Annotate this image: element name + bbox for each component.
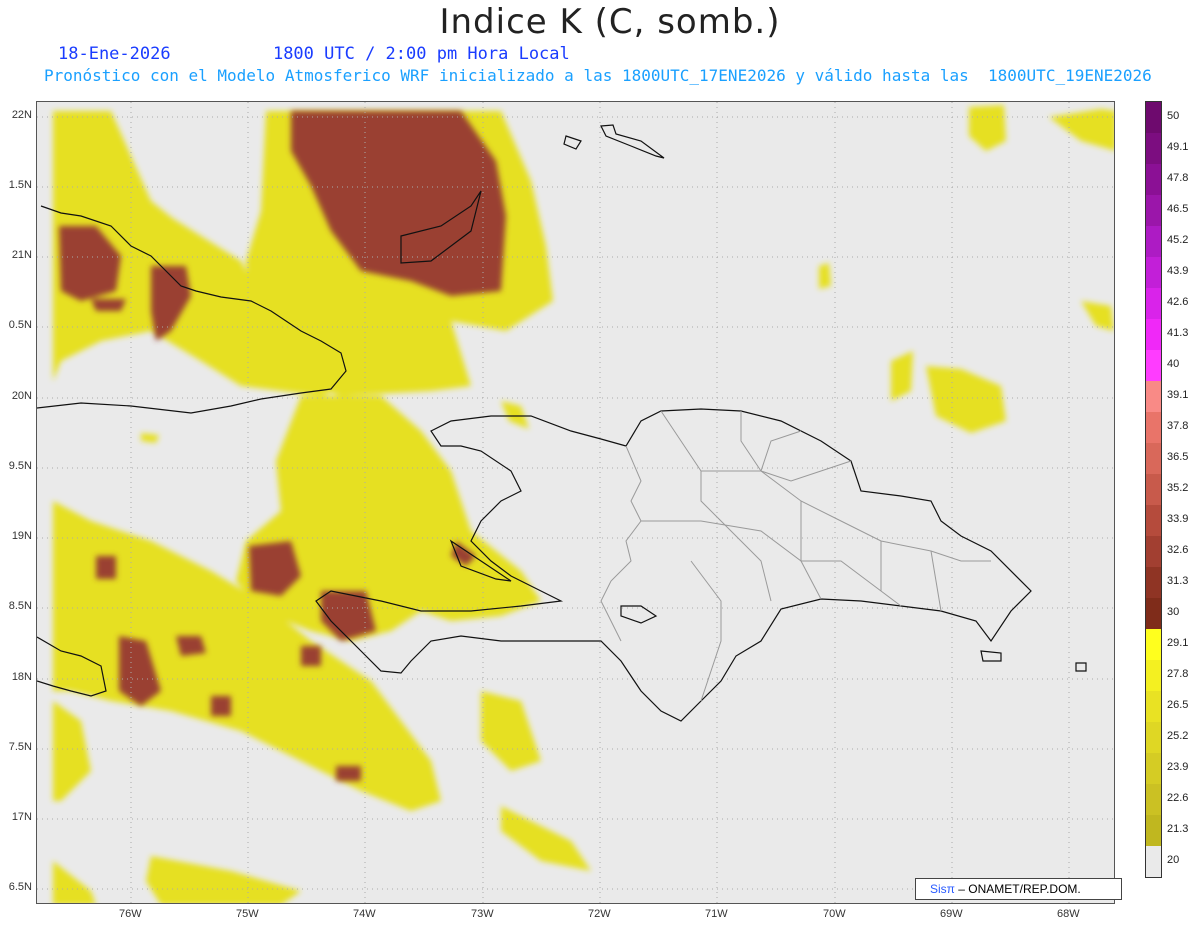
colorbar-label: 25.2 [1167, 730, 1189, 742]
colorbar-label: 31.3 [1167, 575, 1189, 587]
lat-label: 8.5N [8, 600, 32, 612]
colorbar-label: 27.8 [1167, 668, 1189, 680]
lat-label: 21N [11, 249, 32, 261]
colorbar-label: 42.6 [1167, 296, 1189, 308]
colorbar-label: 30 [1167, 606, 1180, 618]
colorbar-label: 32.6 [1167, 544, 1189, 556]
lat-label: 6.5N [8, 881, 32, 893]
forecast-time: 1800 UTC / 2:00 pm Hora Local [272, 44, 570, 64]
map-canvas [37, 102, 1114, 903]
colorbar-label: 49.1 [1167, 141, 1189, 153]
colorbar-segment [1146, 536, 1161, 567]
colorbar-segment [1146, 443, 1161, 474]
colorbar-segment [1146, 133, 1161, 164]
colorbar-segment [1146, 319, 1161, 350]
credit-box: Sisπ – ONAMET/REP.DOM. [915, 878, 1122, 900]
lon-label: 72W [588, 908, 611, 920]
colorbar-segment [1146, 815, 1161, 846]
lon-label: 70W [823, 908, 846, 920]
colorbar-segment [1146, 722, 1161, 753]
colorbar-label: 29.1 [1167, 637, 1189, 649]
lon-label: 73W [471, 908, 494, 920]
colorbar-segment [1146, 846, 1161, 877]
forecast-date-time: 18-Ene-2026 1800 UTC / 2:00 pm Hora Loca… [58, 44, 570, 64]
lat-label: 9.5N [8, 460, 32, 472]
colorbar-label: 50 [1167, 110, 1180, 122]
colorbar-segment [1146, 784, 1161, 815]
lat-label: 1.5N [8, 179, 32, 191]
colorbar-label: 45.2 [1167, 234, 1189, 246]
lon-label: 71W [705, 908, 728, 920]
colorbar-label: 23.9 [1167, 761, 1189, 773]
lon-label: 75W [236, 908, 259, 920]
colorbar-label: 33.9 [1167, 513, 1189, 525]
colorbar [1145, 101, 1162, 878]
lat-label: 22N [11, 109, 32, 121]
colorbar-segment [1146, 567, 1161, 598]
lat-label: 19N [11, 530, 32, 542]
lon-label: 68W [1057, 908, 1080, 920]
colorbar-label: 47.8 [1167, 172, 1189, 184]
lon-label: 69W [940, 908, 963, 920]
colorbar-segment [1146, 381, 1161, 412]
lat-label: 18N [11, 671, 32, 683]
colorbar-segment [1146, 195, 1161, 226]
colorbar-label: 43.9 [1167, 265, 1189, 277]
credit-text: – ONAMET/REP.DOM. [958, 882, 1081, 896]
lat-label: 17N [11, 811, 32, 823]
map-title: Indice K (C, somb.) [439, 2, 781, 42]
colorbar-segment [1146, 629, 1161, 660]
lat-label: 20N [11, 390, 32, 402]
colorbar-label: 37.8 [1167, 420, 1189, 432]
colorbar-label: 20 [1167, 854, 1180, 866]
colorbar-label: 35.2 [1167, 482, 1189, 494]
colorbar-segment [1146, 288, 1161, 319]
lat-label: 0.5N [8, 319, 32, 331]
colorbar-label: 21.3 [1167, 823, 1189, 835]
colorbar-label: 22.6 [1167, 792, 1189, 804]
colorbar-segment [1146, 660, 1161, 691]
colorbar-label: 39.1 [1167, 389, 1189, 401]
forecast-map [36, 101, 1115, 904]
colorbar-segment [1146, 257, 1161, 288]
colorbar-label: 40 [1167, 358, 1180, 370]
colorbar-label: 36.5 [1167, 451, 1189, 463]
colorbar-segment [1146, 412, 1161, 443]
colorbar-label: 46.5 [1167, 203, 1189, 215]
forecast-date: 18-Ene-2026 [58, 44, 171, 64]
colorbar-segment [1146, 505, 1161, 536]
colorbar-segment [1146, 691, 1161, 722]
lon-label: 74W [353, 908, 376, 920]
colorbar-label: 41.3 [1167, 327, 1189, 339]
lon-label: 76W [119, 908, 142, 920]
colorbar-segment [1146, 474, 1161, 505]
colorbar-segment [1146, 226, 1161, 257]
lat-label: 7.5N [8, 741, 32, 753]
colorbar-segment [1146, 753, 1161, 784]
colorbar-label: 26.5 [1167, 699, 1189, 711]
brand-logo: Sisπ [930, 882, 955, 896]
colorbar-segment [1146, 350, 1161, 381]
colorbar-segment [1146, 164, 1161, 195]
forecast-description: Pronóstico con el Modelo Atmosferico WRF… [44, 66, 1152, 85]
colorbar-segment [1146, 598, 1161, 629]
colorbar-segment [1146, 102, 1161, 133]
